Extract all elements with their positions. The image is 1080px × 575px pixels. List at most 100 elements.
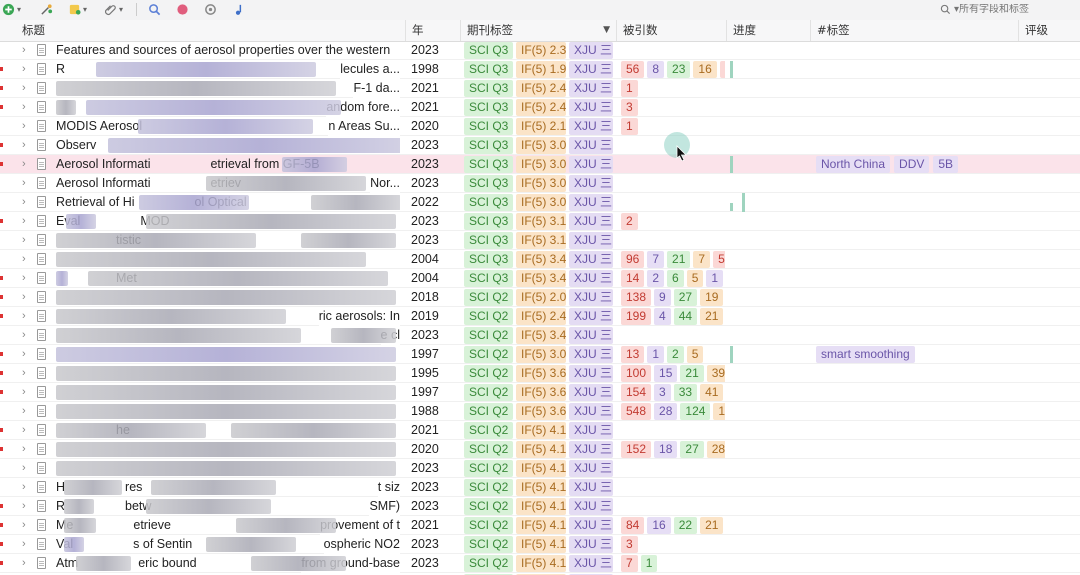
table-row[interactable]: › EvalMOD 2023 SCI Q3IF(5) 3.1XJU 三区 2 (0, 212, 1080, 231)
expand-chevron-icon[interactable]: › (22, 442, 26, 456)
item-title-text: Atm (56, 556, 79, 570)
settings-button[interactable] (204, 2, 217, 17)
expand-chevron-icon[interactable]: › (22, 537, 26, 551)
item-year: 2023 (411, 176, 439, 190)
expand-chevron-icon[interactable]: › (22, 328, 26, 342)
item-year: 1988 (411, 404, 439, 418)
expand-chevron-icon[interactable]: › (22, 385, 26, 399)
column-rating[interactable]: 评级 (1018, 20, 1080, 41)
table-row[interactable]: › e cl 2023 SCI Q2IF(5) 3.4XJU 三区 (0, 326, 1080, 345)
table-row[interactable]: › tistic 2023 SCI Q3IF(5) 3.1XJU 三区 (0, 231, 1080, 250)
table-row[interactable]: › Met 2004 SCI Q3IF(5) 3.4XJU 三区 142651 (0, 269, 1080, 288)
impact-factor-tag: IF(5) 3.6 (516, 365, 566, 382)
xju-zone-tag: XJU 三区 (569, 270, 613, 287)
expand-chevron-icon[interactable]: › (22, 404, 26, 418)
unread-marker (0, 542, 3, 546)
column-year[interactable]: 年 (405, 20, 460, 41)
table-row[interactable]: › 2020 SCI Q2IF(5) 4.1XJU 三区 152182728 (0, 440, 1080, 459)
table-row[interactable]: › RbetwSMF) 2023 SCI Q2IF(5) 4.1XJU 三区 (0, 497, 1080, 516)
expand-chevron-icon[interactable]: › (22, 195, 26, 209)
table-row[interactable]: › andom fore... 2021 SCI Q3IF(5) 2.4XJU 三区 3 (0, 98, 1080, 117)
impact-factor-tag: IF(5) 4.1 (516, 536, 566, 553)
table-row[interactable]: › Aerosol InformatietrievNor... 2023 SCI Q3… (0, 174, 1080, 193)
blob-icon (177, 4, 188, 15)
music-button[interactable] (232, 2, 245, 17)
citation-counts (621, 175, 725, 192)
expand-chevron-icon[interactable]: › (22, 518, 26, 532)
table-row[interactable]: › 2018 SCI Q2IF(5) 2.0XJU 三区 13892719 (0, 288, 1080, 307)
table-row[interactable]: › Aerosol Informati etrieval from GF-5B 202… (0, 155, 1080, 174)
expand-chevron-icon[interactable]: › (22, 499, 26, 513)
expand-chevron-icon[interactable]: › (22, 81, 26, 95)
expand-chevron-icon[interactable]: › (22, 347, 26, 361)
expand-chevron-icon[interactable]: › (22, 252, 26, 266)
table-row[interactable]: ›1997SCI Q2IF(5) 3.6XJU 三区15433341 (0, 383, 1080, 402)
expand-chevron-icon[interactable]: › (22, 233, 26, 247)
expand-chevron-icon[interactable]: › (22, 271, 26, 285)
expand-chevron-icon[interactable]: › (22, 43, 26, 57)
lookup-button[interactable] (148, 2, 161, 17)
expand-chevron-icon[interactable]: › (22, 157, 26, 171)
column-citations[interactable]: 被引数 (616, 20, 726, 41)
table-row[interactable]: › Meetrieveprovement of t 2021 SCI Q2IF(5) … (0, 516, 1080, 535)
citation-counts (621, 498, 725, 515)
table-row[interactable]: › MODIS Aerosol n Areas Su... 2020 SCI Q3 IF(… (0, 117, 1080, 136)
journal-tags: SCI Q3IF(5) 3.1XJU 三区 (464, 232, 613, 249)
table-row[interactable]: › 1997 SCI Q2IF(5) 3.0XJU 三区 13125 smart smo… (0, 345, 1080, 364)
citation-counts (621, 479, 725, 496)
expand-chevron-icon[interactable]: › (22, 100, 26, 114)
table-row[interactable]: › 1988 SCI Q2IF(5) 3.6XJU 三区 5482812414 (0, 402, 1080, 421)
expand-chevron-icon[interactable]: › (22, 309, 26, 323)
xju-zone-tag: XJU 三区 (569, 365, 613, 382)
redaction-blur (56, 100, 76, 115)
table-row[interactable]: › 2023 SCI Q2IF(5) 4.1XJU 三区 (0, 459, 1080, 478)
table-row[interactable]: › ric aerosols: In 2019 SCI Q2 IF(5) 2.4 XJU … (0, 307, 1080, 326)
expand-chevron-icon[interactable]: › (22, 62, 26, 76)
expand-chevron-icon[interactable]: › (22, 423, 26, 437)
column-journal-tags[interactable]: 期刊标签 ▼ (460, 20, 616, 41)
new-item-button[interactable]: ▾ (2, 2, 21, 17)
expand-chevron-icon[interactable]: › (22, 214, 26, 228)
table-row[interactable]: ›Vals of Sentinospheric NO22023SCI Q2IF(… (0, 535, 1080, 554)
hashtag-chip[interactable]: smart smoothing (816, 346, 915, 363)
table-row[interactable]: › Features and sources of aerosol propert… (0, 41, 1080, 60)
table-row[interactable]: › Atm eric bound from ground-base 2023 SCI Q2… (0, 554, 1080, 573)
plugin-button[interactable] (176, 2, 189, 17)
table-row[interactable]: › Retrieval of Hiol Optical 2022 SCI Q3IF(5… (0, 193, 1080, 212)
column-hashtags[interactable]: #标签 (810, 20, 1018, 41)
hashtag-chip[interactable]: North China (816, 156, 891, 173)
table-row[interactable]: › he 2021 SCI Q2IF(5) 4.1XJU 三区 (0, 421, 1080, 440)
expand-chevron-icon[interactable]: › (22, 119, 26, 133)
expand-chevron-icon[interactable]: › (22, 290, 26, 304)
hashtag-chip[interactable]: 5B (933, 156, 959, 173)
expand-chevron-icon[interactable]: › (22, 176, 26, 190)
citation-badge: 3 (621, 99, 638, 116)
citation-badge: 21 (700, 308, 724, 325)
impact-factor-tag: IF(5) 4.1 (516, 517, 566, 534)
search-input[interactable] (951, 3, 1072, 15)
table-row[interactable]: › 1995 SCI Q2IF(5) 3.6XJU 三区 100152139 (0, 364, 1080, 383)
column-title[interactable]: 标题 (0, 20, 405, 41)
table-row[interactable]: › Observ 2023 SCI Q3IF(5) 3.0XJU 三区 (0, 136, 1080, 155)
impact-factor-tag: IF(5) 4.1 (516, 422, 566, 439)
expand-chevron-icon[interactable]: › (22, 138, 26, 152)
expand-chevron-icon[interactable]: › (22, 366, 26, 380)
impact-factor-tag: IF(5) 4.1 (516, 441, 566, 458)
redaction-blur (56, 423, 206, 438)
expand-chevron-icon[interactable]: › (22, 461, 26, 475)
attach-button[interactable]: ▾ (104, 2, 123, 17)
unread-marker (0, 447, 3, 451)
table-row[interactable]: › F-1 da... 2021 SCI Q3IF(5) 2.4XJU 三区 1 (0, 79, 1080, 98)
journal-tags: SCI Q2IF(5) 2.4XJU 三区 (464, 308, 613, 325)
expand-chevron-icon[interactable]: › (22, 556, 26, 570)
add-by-identifier-button[interactable] (40, 2, 53, 17)
table-row[interactable]: ›2004SCI Q3IF(5) 3.4XJU 三区9672175 (0, 250, 1080, 269)
xju-zone-tag: XJU 三区 (569, 479, 613, 496)
unread-marker (0, 162, 3, 166)
hashtag-chip[interactable]: DDV (894, 156, 930, 173)
table-row[interactable]: ›Hrest siz2023SCI Q2IF(5) 4.1XJU 三区 (0, 478, 1080, 497)
expand-chevron-icon[interactable]: › (22, 480, 26, 494)
column-progress[interactable]: 进度 (726, 20, 810, 41)
table-row[interactable]: › Rlecules a... 1998 SCI Q3IF(5) 1.9XJU 三区 5… (0, 60, 1080, 79)
new-note-button[interactable]: ▾ (68, 2, 87, 17)
